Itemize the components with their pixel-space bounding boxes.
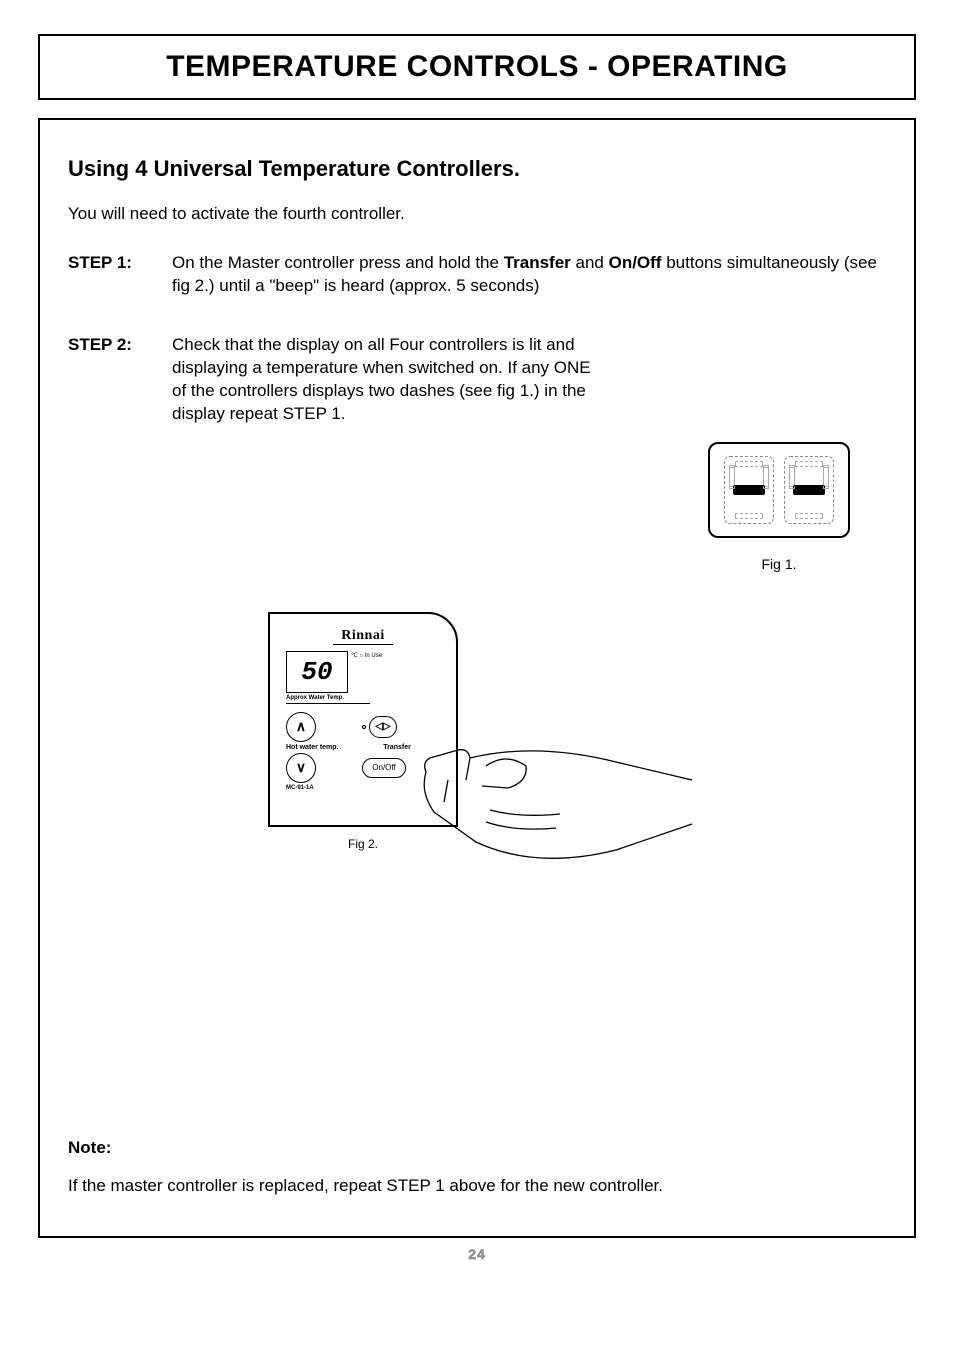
onoff-cell: On/Off — [362, 758, 432, 778]
fig1-digit-1 — [724, 456, 774, 524]
step-1-bold-transfer: Transfer — [504, 253, 571, 272]
page: TEMPERATURE CONTROLS - OPERATING Using 4… — [0, 0, 954, 1282]
controller-diagram: Rinnai 50 ℃ ○ In Use Approx Water Temp. … — [268, 612, 458, 827]
fig1-wrap: Fig 1. — [708, 442, 850, 572]
fig1-display-frame — [708, 442, 850, 538]
fig1-block: Fig 1. — [68, 442, 886, 572]
step-1-bold-onoff: On/Off — [609, 253, 662, 272]
step-1-text-mid: and — [571, 253, 609, 272]
step-1-row: STEP 1: On the Master controller press a… — [68, 252, 886, 298]
lcd-row: 50 ℃ ○ In Use — [280, 651, 446, 693]
dash-segment-icon — [793, 485, 825, 495]
hand-pointer-icon — [416, 732, 696, 872]
temp-up-button[interactable]: ∧ — [286, 712, 316, 742]
intro-text: You will need to activate the fourth con… — [68, 204, 886, 224]
transfer-cell: ◁▷ — [362, 716, 432, 738]
transfer-button[interactable]: ◁▷ — [369, 716, 397, 738]
temp-down-button[interactable]: ∨ — [286, 753, 316, 783]
step-1-text-prefix: On the Master controller press and hold … — [172, 253, 504, 272]
fig1-caption: Fig 1. — [708, 556, 850, 572]
onoff-label: On/Off — [372, 763, 395, 772]
unit-label: ℃ — [351, 653, 358, 659]
temp-up-cell: ∧ — [286, 712, 356, 742]
title-box: TEMPERATURE CONTROLS - OPERATING — [38, 34, 916, 100]
controller-brand: Rinnai — [333, 628, 393, 645]
onoff-button[interactable]: On/Off — [362, 758, 406, 778]
transfer-arrows-icon: ◁▷ — [375, 721, 390, 732]
transfer-label: Transfer — [362, 744, 432, 751]
step-2-body: Check that the display on all Four contr… — [172, 334, 602, 426]
step-1-label: STEP 1: — [68, 252, 172, 273]
button-grid: ∧ ◁▷ Hot water temp. Transfer ∨ — [286, 712, 446, 783]
dash-segment-icon — [733, 485, 765, 495]
note-block: Note: If the master controller is replac… — [68, 1138, 886, 1196]
section-heading: Using 4 Universal Temperature Controller… — [68, 156, 886, 182]
fig1-digit-2 — [784, 456, 834, 524]
approx-temp-label: Approx Water Temp. — [286, 695, 370, 704]
in-use-indicator: ℃ ○ In Use — [351, 653, 382, 660]
note-heading: Note: — [68, 1138, 886, 1158]
lcd-temp: 50 — [301, 657, 332, 687]
lcd-display: 50 — [286, 651, 348, 693]
fig1-digit-pair — [724, 456, 834, 524]
page-number: 24 — [38, 1246, 916, 1262]
chevron-up-icon: ∧ — [296, 718, 306, 735]
priority-indicator-icon — [362, 725, 366, 729]
step-2-label: STEP 2: — [68, 334, 172, 355]
hot-water-temp-label: Hot water temp. — [286, 744, 356, 751]
chevron-down-icon: ∨ — [296, 759, 306, 776]
in-use-label: In Use — [365, 653, 382, 659]
fig2-block: Rinnai 50 ℃ ○ In Use Approx Water Temp. … — [268, 612, 728, 851]
step-2-text: Check that the display on all Four contr… — [172, 334, 602, 426]
page-title: TEMPERATURE CONTROLS - OPERATING — [50, 50, 904, 84]
content-box: Using 4 Universal Temperature Controller… — [38, 118, 916, 1238]
step-2-row: STEP 2: Check that the display on all Fo… — [68, 334, 886, 426]
fig2-caption: Fig 2. — [268, 837, 458, 851]
temp-down-cell: ∨ — [286, 753, 356, 783]
model-number: MC-91-1A — [286, 785, 446, 791]
note-body: If the master controller is replaced, re… — [68, 1176, 886, 1196]
step-1-body: On the Master controller press and hold … — [172, 252, 886, 298]
